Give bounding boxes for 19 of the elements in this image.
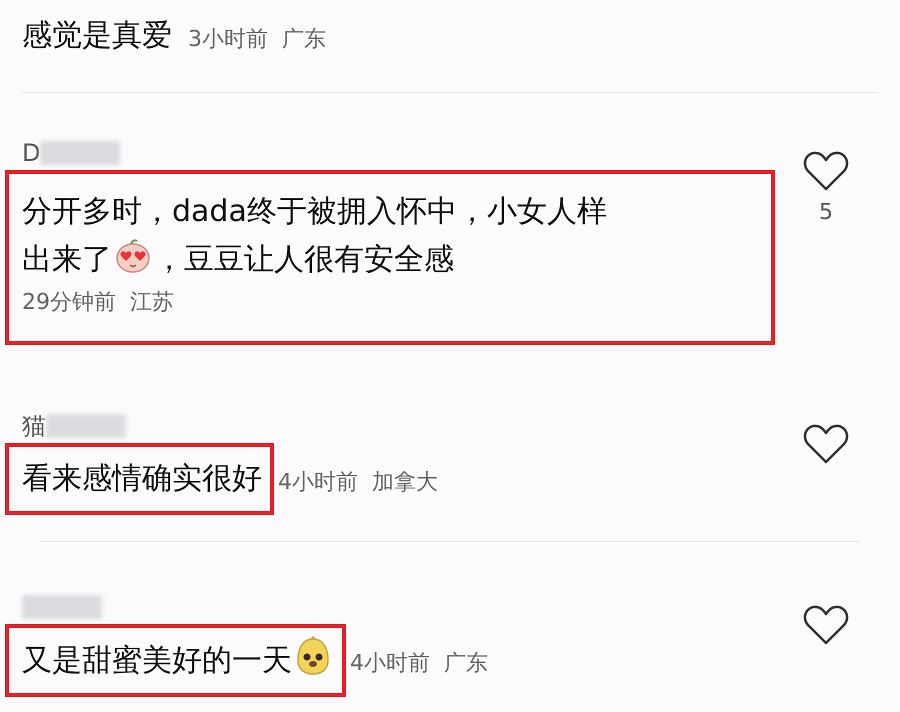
username[interactable]: 猫 xyxy=(22,408,46,444)
like-heart-icon[interactable] xyxy=(803,604,849,646)
heart-eyes-sticker-icon xyxy=(114,237,152,275)
comment-text: 感觉是真爱 xyxy=(22,17,172,55)
comment-time: 4小时前 xyxy=(350,650,430,678)
like-heart-icon[interactable] xyxy=(803,423,849,465)
comment-text: 看来感情确实很好 xyxy=(22,460,262,498)
comment-location: 广东 xyxy=(444,650,488,678)
comment-location: 加拿大 xyxy=(372,468,438,496)
comment-time: 4小时前 xyxy=(278,468,358,496)
comment-time: 3小时前 xyxy=(188,26,268,54)
comment-location: 广东 xyxy=(282,26,326,54)
like-heart-icon[interactable] xyxy=(803,150,849,192)
like-count: 5 xyxy=(819,199,833,227)
comment-location: 江苏 xyxy=(130,289,174,317)
comment-text: 分开多时，dada终于被拥入怀中，小女人样出来了 ，豆豆让人很有安全感 xyxy=(22,193,608,279)
comment-text: 又是甜蜜美好的一天 xyxy=(22,636,334,685)
username[interactable]: D xyxy=(22,135,40,171)
comment-time: 29分钟前 xyxy=(22,289,116,317)
